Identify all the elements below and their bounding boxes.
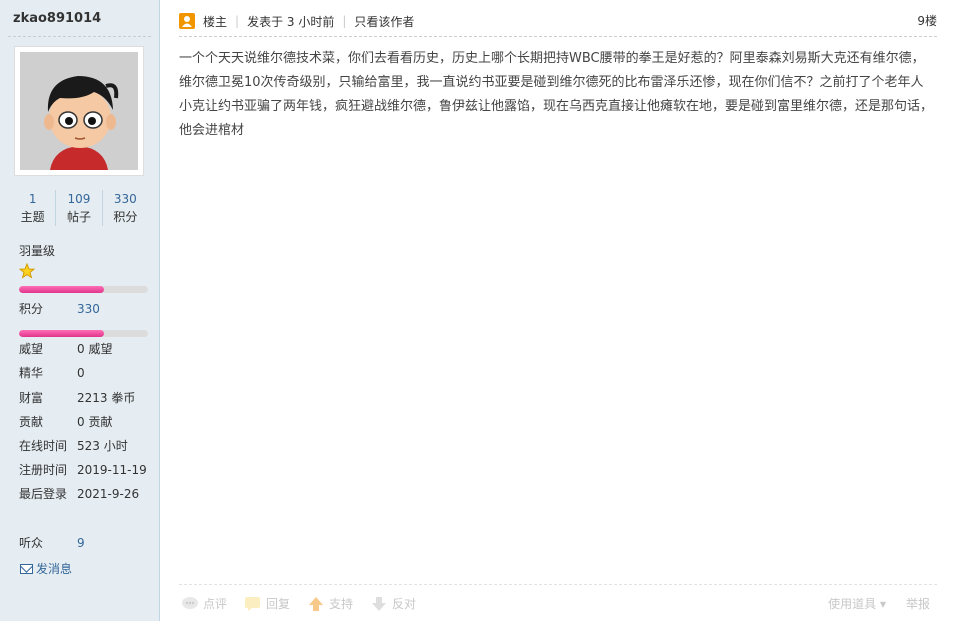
- post-content: 一个个天天说维尔德技术菜，你们去看看历史，历史上哪个长期把持WBC腰带的拳王是好…: [179, 51, 934, 138]
- report-link[interactable]: 举报: [906, 595, 930, 612]
- stat-topics-value: 1: [28, 192, 37, 206]
- post-header: 楼主 | 发表于 3 小时前 | 只看该作者 9楼: [179, 10, 937, 32]
- thread-owner-label: 楼主: [203, 14, 228, 29]
- floor-number[interactable]: 9楼: [917, 12, 937, 29]
- stat-points-label: 积分: [113, 210, 138, 224]
- post-actions: 点评 回复 支持 反对: [181, 595, 416, 612]
- user-level[interactable]: 羽量级: [19, 242, 55, 259]
- info-wealth-value: 2213 拳币: [77, 391, 136, 405]
- info-elite-key: 精华: [19, 366, 44, 380]
- divider: [179, 584, 937, 585]
- only-author-link[interactable]: 只看该作者: [354, 13, 414, 30]
- support-button[interactable]: 支持: [307, 595, 353, 612]
- points-progress-bar: [19, 330, 148, 337]
- divider: [8, 36, 151, 37]
- post-right-actions: 使用道具 ▾ 举报: [828, 595, 930, 612]
- send-message-label: 发消息: [36, 562, 73, 576]
- stat-posts[interactable]: 109 帖子: [55, 190, 101, 226]
- user-stats: 1 主题 109 帖子 330 积分: [10, 190, 148, 226]
- rate-button[interactable]: 点评: [181, 595, 227, 612]
- stat-points[interactable]: 330 积分: [101, 190, 148, 226]
- thread-owner-icon: [179, 13, 195, 29]
- stat-topics-label: 主题: [20, 210, 45, 224]
- info-online-key: 在线时间: [19, 439, 68, 453]
- stat-posts-value: 109: [67, 192, 91, 206]
- use-tools-menu[interactable]: 使用道具 ▾: [828, 595, 886, 612]
- star-icon: [19, 263, 35, 279]
- info-listeners-value[interactable]: 9: [77, 535, 85, 551]
- chevron-down-icon: ▾: [879, 597, 886, 611]
- envelope-icon: [20, 563, 33, 574]
- info-points-key: 积分: [19, 302, 44, 316]
- info-register-value: 2019-11-19: [77, 463, 147, 477]
- info-contribution-key: 贡献: [19, 415, 44, 429]
- stat-points-value: 330: [113, 192, 137, 206]
- stat-posts-label: 帖子: [66, 210, 91, 224]
- info-prestige-value: 0 威望: [77, 342, 113, 356]
- username-link[interactable]: zkao891014: [13, 11, 101, 26]
- info-contribution-value: 0 贡献: [77, 415, 113, 429]
- info-elite-value: 0: [77, 366, 85, 380]
- avatar[interactable]: [14, 46, 144, 176]
- reply-label: 回复: [266, 597, 291, 611]
- oppose-label: 反对: [392, 597, 417, 611]
- stat-topics[interactable]: 1 主题: [10, 190, 55, 226]
- rate-label: 点评: [203, 597, 228, 611]
- info-register-key: 注册时间: [19, 463, 68, 477]
- user-sidebar: zkao891014 1 主题 109 帖子 330 积分 羽量级 积分 330…: [0, 0, 160, 621]
- divider: [179, 36, 937, 37]
- reply-icon: [245, 596, 261, 611]
- send-message-link[interactable]: 发消息: [20, 560, 72, 577]
- oppose-button[interactable]: 反对: [370, 595, 416, 612]
- post-time: 发表于 3 小时前: [247, 14, 335, 29]
- comment-icon: [182, 596, 198, 609]
- points-progress-fill: [19, 330, 105, 337]
- info-last-login-value: 2021-9-26: [77, 487, 140, 501]
- divider: |: [235, 14, 240, 28]
- level-progress-fill: [19, 286, 105, 293]
- support-label: 支持: [329, 597, 354, 611]
- arrow-up-icon: [309, 596, 324, 611]
- info-online-value: 523 小时: [77, 439, 128, 453]
- avatar-image: [20, 52, 138, 170]
- reply-button[interactable]: 回复: [244, 595, 290, 612]
- use-tools-label: 使用道具: [828, 597, 877, 611]
- arrow-down-icon: [372, 596, 387, 611]
- info-points-value[interactable]: 330: [77, 301, 100, 317]
- info-listeners-key: 听众: [19, 536, 44, 550]
- post-main: 楼主 | 发表于 3 小时前 | 只看该作者 9楼 一个个天天说维尔德技术菜，你…: [161, 0, 957, 621]
- info-prestige-key: 威望: [19, 342, 44, 356]
- level-progress-bar: [19, 286, 148, 293]
- divider: |: [342, 14, 347, 28]
- info-last-login-key: 最后登录: [19, 487, 68, 501]
- info-wealth-key: 财富: [19, 391, 44, 405]
